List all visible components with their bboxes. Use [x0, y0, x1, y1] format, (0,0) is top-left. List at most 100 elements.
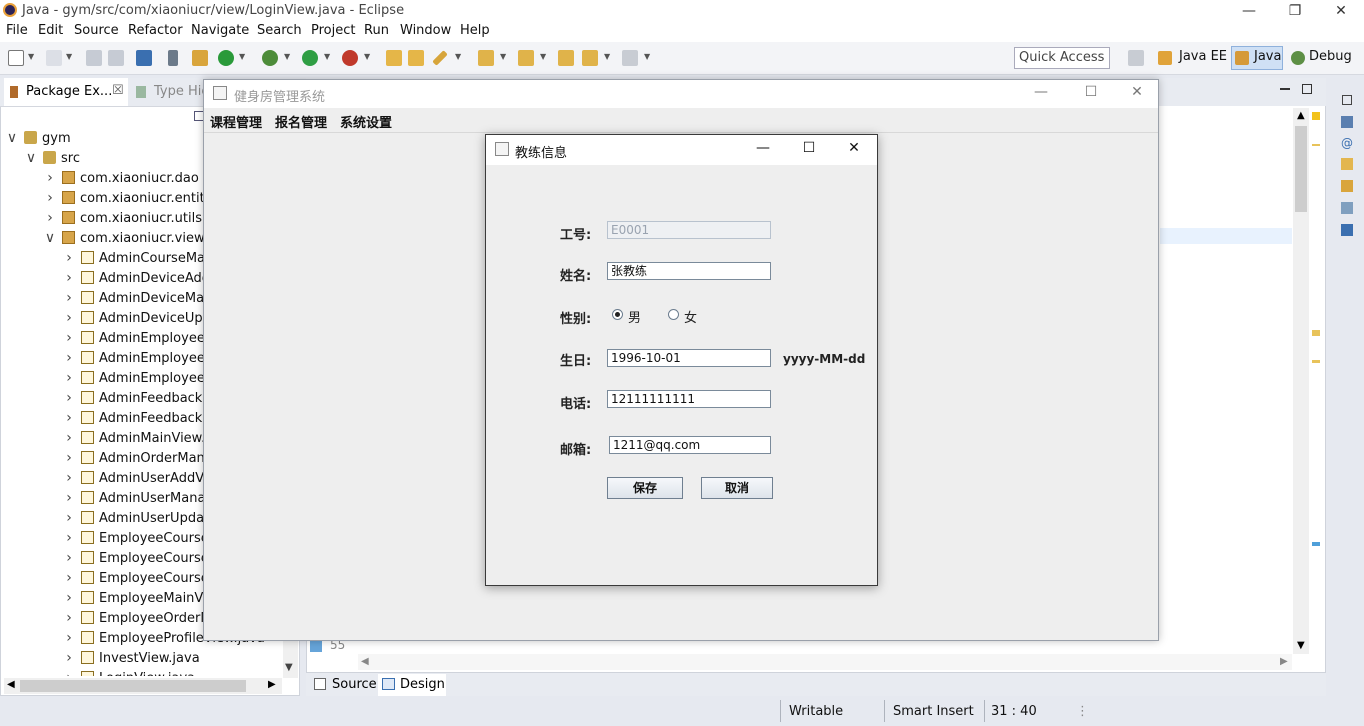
- dialog-close-button[interactable]: ✕: [839, 140, 869, 160]
- tree-item-java[interactable]: › InvestView.java: [63, 648, 199, 668]
- expand-chevron-icon[interactable]: ›: [63, 248, 75, 268]
- tree-item-package[interactable]: › com.xiaoniucr.dao: [44, 168, 199, 188]
- refresh-icon[interactable]: [218, 50, 234, 66]
- open-folder-2-icon[interactable]: [408, 50, 424, 66]
- email-field[interactable]: 1211@qq.com: [609, 436, 771, 454]
- perspective-java-ee[interactable]: Java EE: [1179, 49, 1227, 64]
- menu-run[interactable]: Run: [364, 23, 389, 38]
- minimize-view-icon[interactable]: [1280, 88, 1290, 90]
- dropdown-icon[interactable]: ▼: [500, 52, 506, 61]
- tree-item-java[interactable]: › AdminOrderMana: [63, 448, 213, 468]
- expand-chevron-icon[interactable]: ›: [63, 488, 75, 508]
- tree-item-java[interactable]: › EmployeeOrderM: [63, 608, 211, 628]
- expand-chevron-icon[interactable]: ›: [44, 208, 56, 228]
- dropdown-icon[interactable]: ▼: [540, 52, 546, 61]
- menu-window[interactable]: Window: [400, 23, 451, 38]
- expand-chevron-icon[interactable]: ›: [63, 468, 75, 488]
- birthday-field[interactable]: 1996-10-01: [607, 349, 771, 367]
- dropdown-icon[interactable]: ▼: [324, 52, 330, 61]
- new-icon[interactable]: [8, 50, 24, 66]
- open-type-icon[interactable]: [192, 50, 208, 66]
- next-annotation-icon[interactable]: [478, 50, 494, 66]
- save-all-icon[interactable]: [108, 50, 124, 66]
- javadoc-icon[interactable]: [1341, 158, 1353, 170]
- tree-item-java[interactable]: › AdminEmployeeU: [63, 368, 214, 388]
- scroll-right-arrow-icon[interactable]: ▶: [268, 679, 276, 690]
- maximize-view-icon[interactable]: [1302, 84, 1312, 94]
- dropdown-icon[interactable]: ▼: [66, 52, 72, 61]
- dropdown-icon[interactable]: ▼: [239, 52, 245, 61]
- tree-item-java[interactable]: › EmployeeCourse: [63, 528, 209, 548]
- restore-button[interactable]: ❐: [1272, 0, 1318, 22]
- tree-item-java[interactable]: › AdminEmployeeA: [63, 328, 214, 348]
- menu-help[interactable]: Help: [460, 23, 490, 38]
- collapse-chevron-icon[interactable]: ∨: [25, 148, 37, 168]
- tree-item-java[interactable]: › AdminUserManag: [63, 488, 214, 508]
- scroll-left-arrow-icon[interactable]: ◀: [7, 679, 15, 690]
- run-icon[interactable]: [302, 50, 318, 66]
- tree-item-project[interactable]: ∨ gym: [6, 128, 71, 148]
- menu-edit[interactable]: Edit: [38, 23, 63, 38]
- tree-item-java[interactable]: › LoginView.java: [63, 668, 195, 676]
- new-dropdown-icon[interactable]: ▼: [28, 52, 34, 61]
- menu-system-settings[interactable]: 系统设置: [340, 112, 392, 131]
- tree-item-java[interactable]: › EmployeeMainVie: [63, 588, 214, 608]
- dialog-maximize-button[interactable]: ☐: [794, 140, 824, 160]
- declaration-icon[interactable]: [1341, 180, 1353, 192]
- tree-item-java[interactable]: › AdminDeviceMan: [63, 288, 212, 308]
- expand-chevron-icon[interactable]: ›: [63, 528, 75, 548]
- scroll-down-arrow-icon[interactable]: ▼: [285, 662, 293, 673]
- close-button[interactable]: ✕: [1318, 0, 1364, 22]
- tree-item-java[interactable]: › AdminDeviceUpd: [63, 308, 211, 328]
- name-field[interactable]: 张教练: [607, 262, 771, 280]
- dropdown-icon[interactable]: ▼: [364, 52, 370, 61]
- editor-scroll-up-icon[interactable]: ▲: [1297, 110, 1305, 121]
- menu-file[interactable]: File: [6, 23, 28, 38]
- gym-maximize-button[interactable]: ☐: [1076, 84, 1106, 104]
- editor-scroll-left-icon[interactable]: ◀: [361, 656, 369, 667]
- tree-horizontal-thumb[interactable]: [20, 680, 246, 692]
- expand-chevron-icon[interactable]: ›: [44, 188, 56, 208]
- expand-chevron-icon[interactable]: ›: [63, 328, 75, 348]
- tree-item-java[interactable]: › EmployeeCourse: [63, 568, 209, 588]
- console-icon[interactable]: [136, 50, 152, 66]
- perspective-java[interactable]: Java: [1254, 49, 1281, 64]
- prev-annotation-icon[interactable]: [518, 50, 534, 66]
- dropdown-icon[interactable]: ▼: [604, 52, 610, 61]
- restore-icon[interactable]: [1342, 95, 1352, 105]
- menu-project[interactable]: Project: [311, 23, 355, 38]
- expand-chevron-icon[interactable]: ›: [63, 608, 75, 628]
- tree-item-package[interactable]: ∨ com.xiaoniucr.view: [44, 228, 205, 248]
- tree-item-package[interactable]: › com.xiaoniucr.utils: [44, 208, 202, 228]
- dropdown-icon[interactable]: ▼: [644, 52, 650, 61]
- editor-scroll-thumb[interactable]: [1295, 126, 1307, 212]
- console-view-icon[interactable]: [1341, 224, 1353, 236]
- save-icon[interactable]: [86, 50, 102, 66]
- expand-chevron-icon[interactable]: ›: [63, 668, 75, 676]
- expand-chevron-icon[interactable]: ›: [63, 368, 75, 388]
- editor-scroll-right-icon[interactable]: ▶: [1280, 656, 1288, 667]
- open-folder-icon[interactable]: [386, 50, 402, 66]
- expand-chevron-icon[interactable]: ›: [63, 648, 75, 668]
- expand-chevron-icon[interactable]: ›: [63, 508, 75, 528]
- properties-icon[interactable]: [1341, 202, 1353, 214]
- expand-chevron-icon[interactable]: ›: [63, 268, 75, 288]
- task-list-icon[interactable]: [1341, 116, 1353, 128]
- last-edit-icon[interactable]: [558, 50, 574, 66]
- tree-item-java[interactable]: › AdminFeedbackM: [63, 388, 213, 408]
- tree-item-java[interactable]: › AdminDeviceAdd: [63, 268, 210, 288]
- menu-course-management[interactable]: 课程管理: [210, 112, 262, 131]
- tree-item-java[interactable]: › AdminUserUpdat: [63, 508, 209, 528]
- expand-chevron-icon[interactable]: ›: [63, 408, 75, 428]
- collapse-chevron-icon[interactable]: ∨: [44, 228, 56, 248]
- forward-icon[interactable]: [622, 50, 638, 66]
- expand-chevron-icon[interactable]: ›: [63, 288, 75, 308]
- skip-breakpoints-icon[interactable]: [168, 50, 178, 66]
- debug-icon[interactable]: [262, 50, 278, 66]
- gender-male-radio[interactable]: [612, 309, 623, 320]
- tree-item-srcfolder[interactable]: ∨ src: [25, 148, 80, 168]
- tree-item-java[interactable]: › AdminEmployeeM: [63, 348, 216, 368]
- menu-refactor[interactable]: Refactor: [128, 23, 183, 38]
- new-package-icon[interactable]: [46, 50, 62, 66]
- expand-chevron-icon[interactable]: ›: [63, 428, 75, 448]
